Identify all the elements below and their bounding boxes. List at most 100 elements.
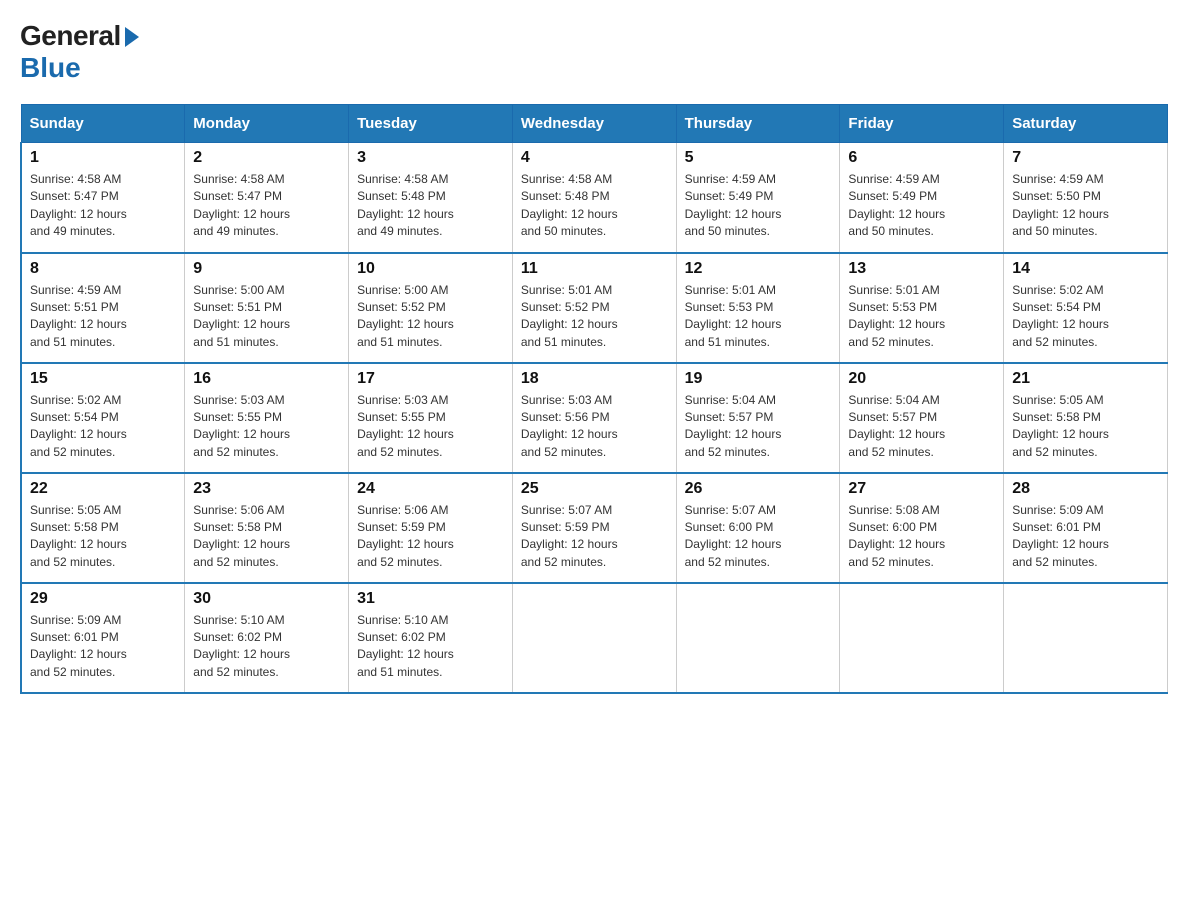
calendar-cell: 12 Sunrise: 5:01 AMSunset: 5:53 PMDaylig… [676, 253, 840, 363]
calendar-cell: 9 Sunrise: 5:00 AMSunset: 5:51 PMDayligh… [185, 253, 349, 363]
day-number: 28 [1012, 480, 1159, 498]
calendar-cell [512, 583, 676, 693]
day-info: Sunrise: 5:03 AMSunset: 5:55 PMDaylight:… [193, 393, 290, 459]
calendar-cell: 6 Sunrise: 4:59 AMSunset: 5:49 PMDayligh… [840, 143, 1004, 253]
day-number: 13 [848, 260, 995, 278]
day-info: Sunrise: 4:58 AMSunset: 5:47 PMDaylight:… [30, 172, 127, 238]
calendar-cell: 28 Sunrise: 5:09 AMSunset: 6:01 PMDaylig… [1004, 473, 1168, 583]
day-number: 11 [521, 260, 668, 278]
calendar-cell: 3 Sunrise: 4:58 AMSunset: 5:48 PMDayligh… [349, 143, 513, 253]
day-info: Sunrise: 5:01 AMSunset: 5:53 PMDaylight:… [848, 283, 945, 349]
day-number: 9 [193, 260, 340, 278]
day-number: 30 [193, 590, 340, 608]
day-number: 10 [357, 260, 504, 278]
calendar-header-sunday: Sunday [21, 105, 185, 143]
day-info: Sunrise: 5:01 AMSunset: 5:53 PMDaylight:… [685, 283, 782, 349]
day-info: Sunrise: 5:10 AMSunset: 6:02 PMDaylight:… [357, 613, 454, 679]
day-info: Sunrise: 5:01 AMSunset: 5:52 PMDaylight:… [521, 283, 618, 349]
calendar-cell: 1 Sunrise: 4:58 AMSunset: 5:47 PMDayligh… [21, 143, 185, 253]
calendar-header-tuesday: Tuesday [349, 105, 513, 143]
day-info: Sunrise: 5:02 AMSunset: 5:54 PMDaylight:… [30, 393, 127, 459]
calendar-cell: 21 Sunrise: 5:05 AMSunset: 5:58 PMDaylig… [1004, 363, 1168, 473]
calendar-cell [1004, 583, 1168, 693]
calendar-cell: 24 Sunrise: 5:06 AMSunset: 5:59 PMDaylig… [349, 473, 513, 583]
day-info: Sunrise: 5:02 AMSunset: 5:54 PMDaylight:… [1012, 283, 1109, 349]
calendar-cell: 10 Sunrise: 5:00 AMSunset: 5:52 PMDaylig… [349, 253, 513, 363]
day-number: 7 [1012, 149, 1159, 167]
day-number: 31 [357, 590, 504, 608]
day-info: Sunrise: 5:10 AMSunset: 6:02 PMDaylight:… [193, 613, 290, 679]
calendar-week-2: 8 Sunrise: 4:59 AMSunset: 5:51 PMDayligh… [21, 253, 1168, 363]
day-number: 4 [521, 149, 668, 167]
logo-triangle-icon [125, 27, 139, 47]
day-number: 21 [1012, 370, 1159, 388]
day-number: 12 [685, 260, 832, 278]
calendar-cell: 19 Sunrise: 5:04 AMSunset: 5:57 PMDaylig… [676, 363, 840, 473]
calendar-cell: 25 Sunrise: 5:07 AMSunset: 5:59 PMDaylig… [512, 473, 676, 583]
day-info: Sunrise: 4:58 AMSunset: 5:47 PMDaylight:… [193, 172, 290, 238]
calendar-cell: 16 Sunrise: 5:03 AMSunset: 5:55 PMDaylig… [185, 363, 349, 473]
day-info: Sunrise: 5:03 AMSunset: 5:55 PMDaylight:… [357, 393, 454, 459]
day-info: Sunrise: 5:09 AMSunset: 6:01 PMDaylight:… [1012, 503, 1109, 569]
day-info: Sunrise: 4:59 AMSunset: 5:50 PMDaylight:… [1012, 172, 1109, 238]
day-info: Sunrise: 5:05 AMSunset: 5:58 PMDaylight:… [1012, 393, 1109, 459]
calendar-cell: 14 Sunrise: 5:02 AMSunset: 5:54 PMDaylig… [1004, 253, 1168, 363]
day-number: 14 [1012, 260, 1159, 278]
day-info: Sunrise: 5:09 AMSunset: 6:01 PMDaylight:… [30, 613, 127, 679]
calendar-cell: 31 Sunrise: 5:10 AMSunset: 6:02 PMDaylig… [349, 583, 513, 693]
calendar-header-friday: Friday [840, 105, 1004, 143]
page-header: General Blue [20, 20, 1168, 84]
day-info: Sunrise: 5:07 AMSunset: 6:00 PMDaylight:… [685, 503, 782, 569]
day-number: 17 [357, 370, 504, 388]
day-number: 24 [357, 480, 504, 498]
day-number: 25 [521, 480, 668, 498]
day-number: 26 [685, 480, 832, 498]
day-info: Sunrise: 4:58 AMSunset: 5:48 PMDaylight:… [357, 172, 454, 238]
calendar-cell: 15 Sunrise: 5:02 AMSunset: 5:54 PMDaylig… [21, 363, 185, 473]
calendar-body: 1 Sunrise: 4:58 AMSunset: 5:47 PMDayligh… [21, 143, 1168, 693]
logo-general: General [20, 20, 139, 52]
calendar-cell: 29 Sunrise: 5:09 AMSunset: 6:01 PMDaylig… [21, 583, 185, 693]
calendar-week-1: 1 Sunrise: 4:58 AMSunset: 5:47 PMDayligh… [21, 143, 1168, 253]
day-info: Sunrise: 5:08 AMSunset: 6:00 PMDaylight:… [848, 503, 945, 569]
day-number: 19 [685, 370, 832, 388]
day-number: 18 [521, 370, 668, 388]
day-number: 27 [848, 480, 995, 498]
day-info: Sunrise: 5:06 AMSunset: 5:59 PMDaylight:… [357, 503, 454, 569]
calendar-header-wednesday: Wednesday [512, 105, 676, 143]
day-number: 8 [30, 260, 176, 278]
day-number: 3 [357, 149, 504, 167]
day-info: Sunrise: 5:04 AMSunset: 5:57 PMDaylight:… [848, 393, 945, 459]
calendar-cell: 20 Sunrise: 5:04 AMSunset: 5:57 PMDaylig… [840, 363, 1004, 473]
logo-general-text: General [20, 20, 121, 52]
calendar-week-4: 22 Sunrise: 5:05 AMSunset: 5:58 PMDaylig… [21, 473, 1168, 583]
calendar-cell: 17 Sunrise: 5:03 AMSunset: 5:55 PMDaylig… [349, 363, 513, 473]
calendar-header-row: SundayMondayTuesdayWednesdayThursdayFrid… [21, 105, 1168, 143]
day-number: 15 [30, 370, 176, 388]
calendar-cell: 22 Sunrise: 5:05 AMSunset: 5:58 PMDaylig… [21, 473, 185, 583]
day-number: 16 [193, 370, 340, 388]
logo: General Blue [20, 20, 139, 84]
calendar-cell: 7 Sunrise: 4:59 AMSunset: 5:50 PMDayligh… [1004, 143, 1168, 253]
day-number: 1 [30, 149, 176, 167]
calendar-cell: 26 Sunrise: 5:07 AMSunset: 6:00 PMDaylig… [676, 473, 840, 583]
calendar-week-3: 15 Sunrise: 5:02 AMSunset: 5:54 PMDaylig… [21, 363, 1168, 473]
calendar-cell [840, 583, 1004, 693]
calendar-cell: 30 Sunrise: 5:10 AMSunset: 6:02 PMDaylig… [185, 583, 349, 693]
calendar-cell: 11 Sunrise: 5:01 AMSunset: 5:52 PMDaylig… [512, 253, 676, 363]
day-number: 23 [193, 480, 340, 498]
day-info: Sunrise: 5:00 AMSunset: 5:52 PMDaylight:… [357, 283, 454, 349]
calendar-cell: 23 Sunrise: 5:06 AMSunset: 5:58 PMDaylig… [185, 473, 349, 583]
day-info: Sunrise: 4:59 AMSunset: 5:51 PMDaylight:… [30, 283, 127, 349]
day-info: Sunrise: 4:59 AMSunset: 5:49 PMDaylight:… [848, 172, 945, 238]
calendar-table: SundayMondayTuesdayWednesdayThursdayFrid… [20, 104, 1168, 694]
day-number: 6 [848, 149, 995, 167]
calendar-header-thursday: Thursday [676, 105, 840, 143]
day-number: 22 [30, 480, 176, 498]
calendar-cell: 8 Sunrise: 4:59 AMSunset: 5:51 PMDayligh… [21, 253, 185, 363]
calendar-cell: 4 Sunrise: 4:58 AMSunset: 5:48 PMDayligh… [512, 143, 676, 253]
calendar-cell: 18 Sunrise: 5:03 AMSunset: 5:56 PMDaylig… [512, 363, 676, 473]
calendar-header-saturday: Saturday [1004, 105, 1168, 143]
calendar-cell: 13 Sunrise: 5:01 AMSunset: 5:53 PMDaylig… [840, 253, 1004, 363]
day-info: Sunrise: 5:04 AMSunset: 5:57 PMDaylight:… [685, 393, 782, 459]
